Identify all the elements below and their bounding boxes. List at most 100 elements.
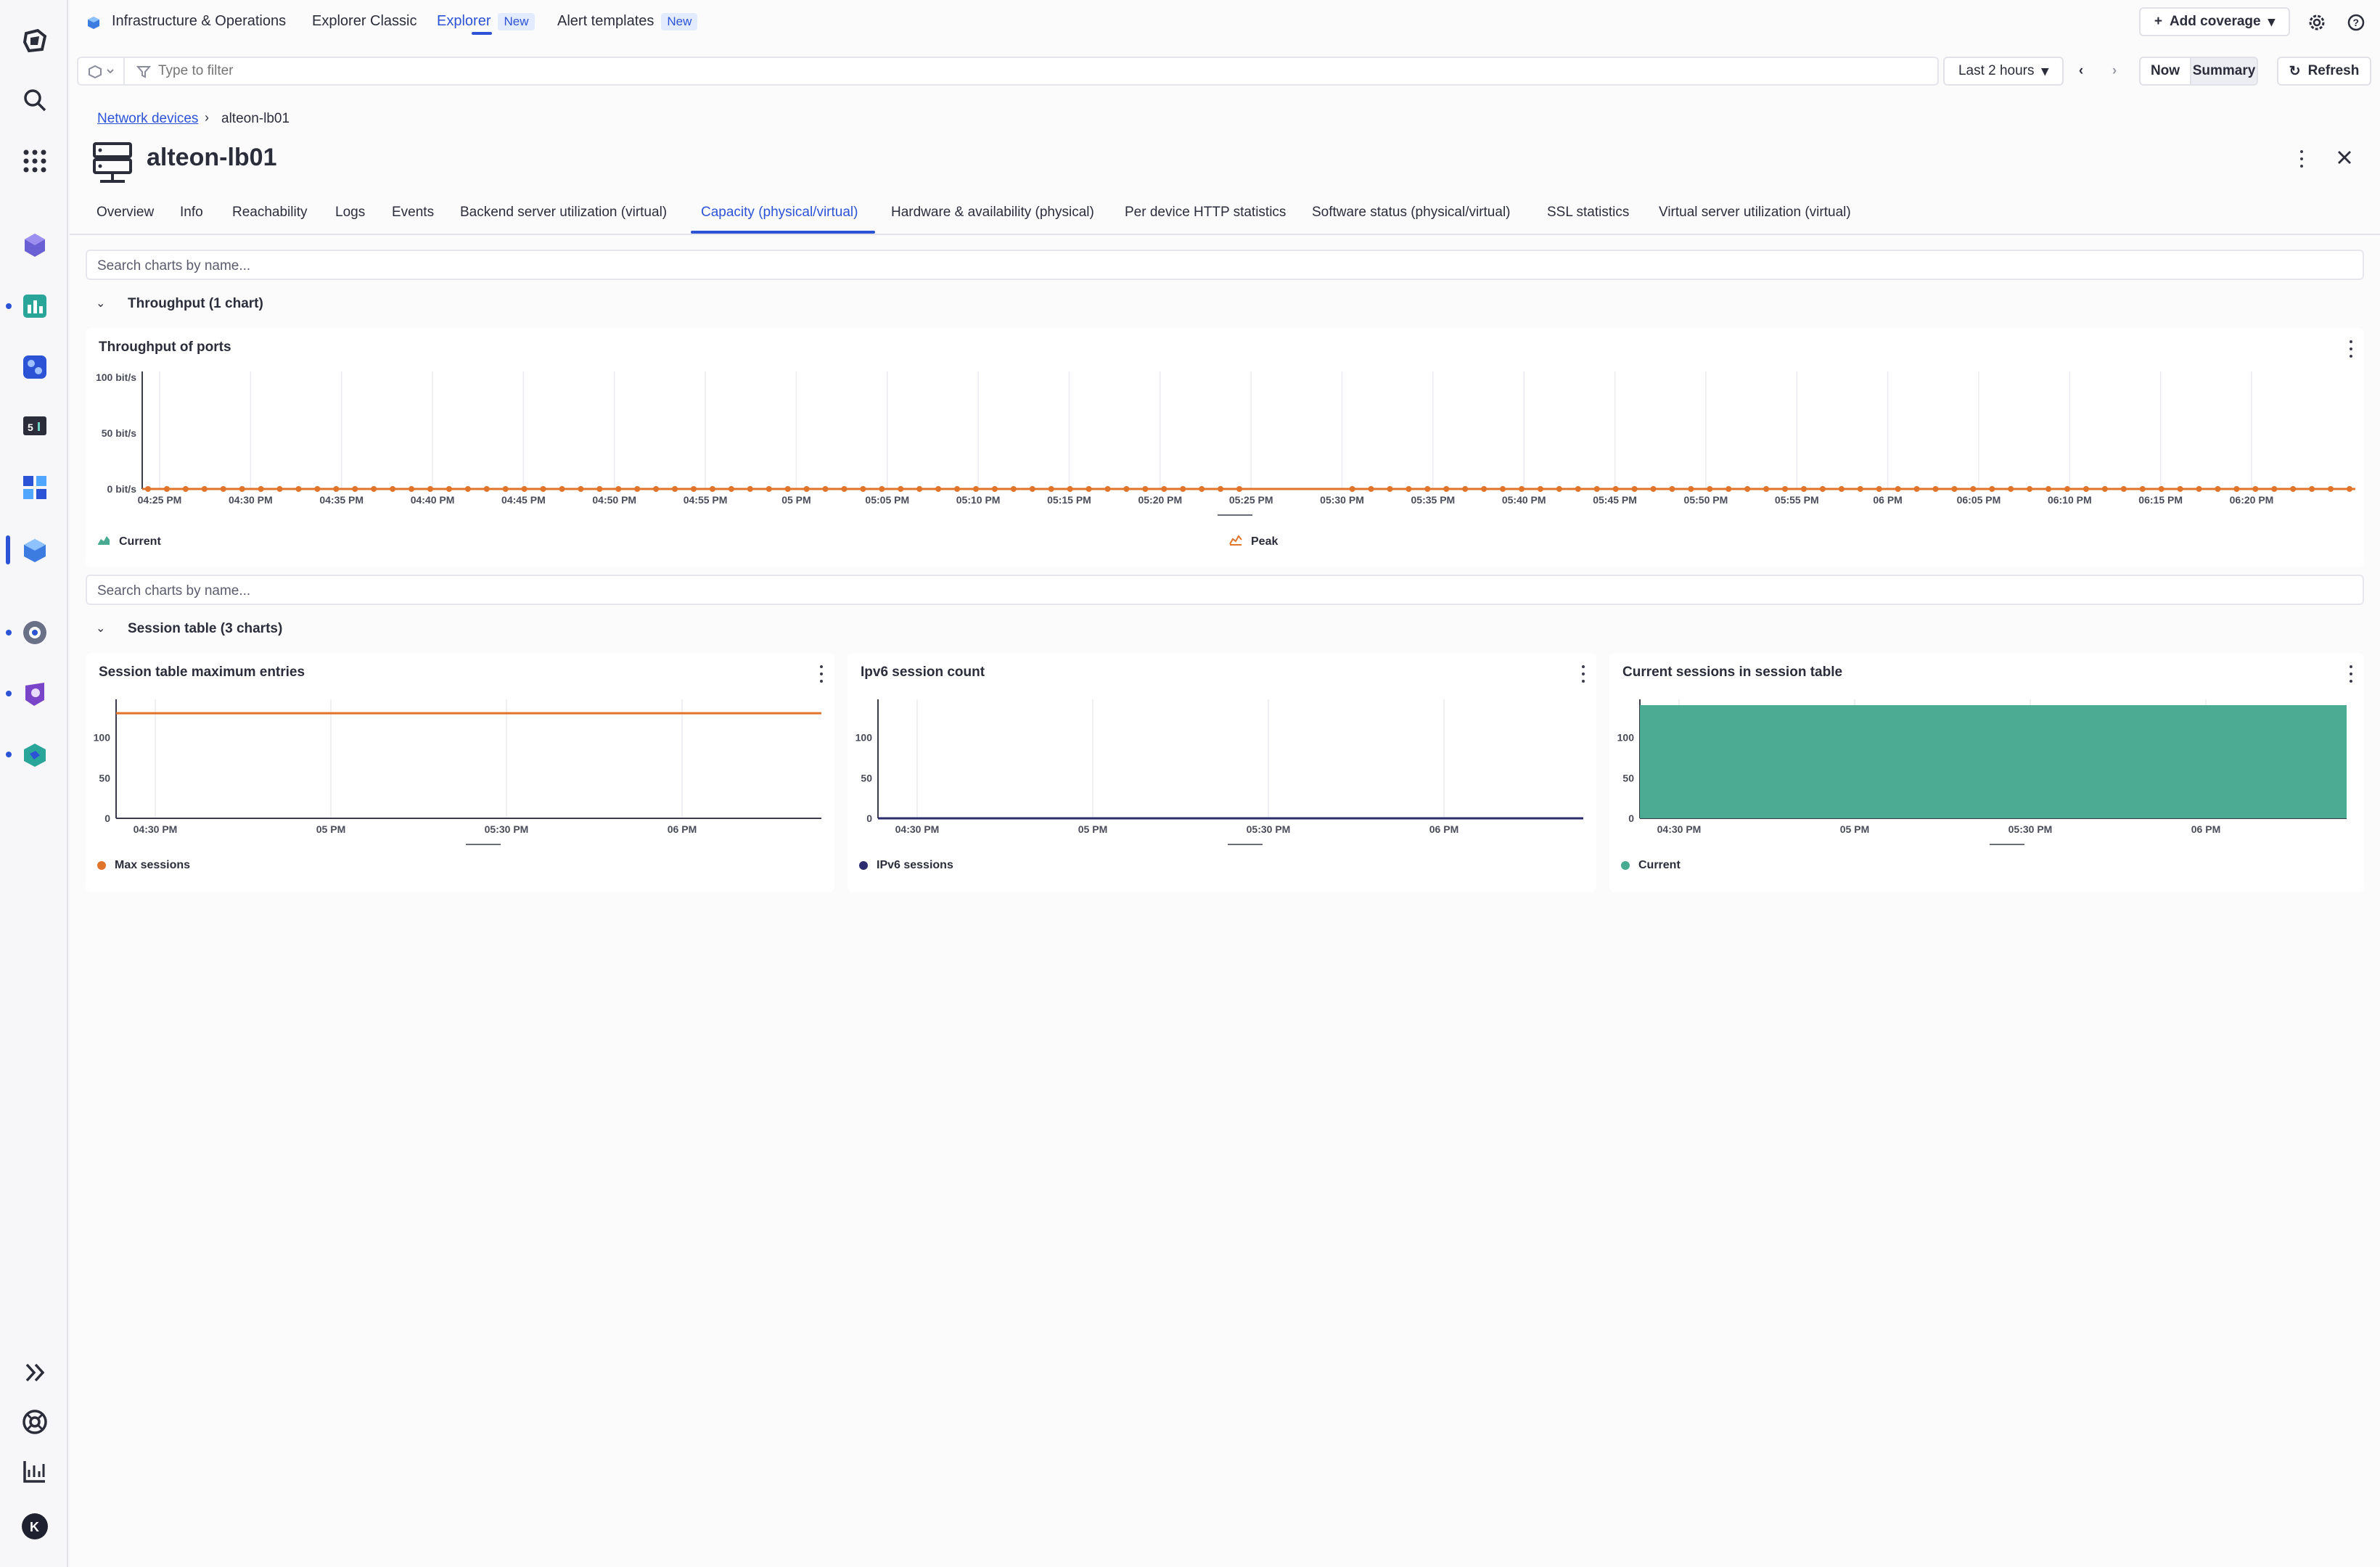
- now-label: Now: [2150, 63, 2180, 78]
- peak-point: [2158, 486, 2164, 492]
- chevron-down-icon[interactable]: ⌄: [96, 621, 105, 636]
- help-lifebuoy-icon[interactable]: [19, 1406, 51, 1438]
- tab-ssl-statistics[interactable]: SSL statistics: [1547, 205, 1629, 221]
- x-tick-label: 04:30 PM: [1657, 823, 1702, 835]
- tab-alert-templates[interactable]: Alert templates New: [557, 13, 698, 30]
- now-button[interactable]: Now: [2139, 57, 2191, 86]
- search-icon[interactable]: [19, 84, 51, 116]
- rail-active-indicator: [6, 535, 10, 564]
- x-tick-label: 04:55 PM: [684, 494, 728, 506]
- tab-hardware-availability[interactable]: Hardware & availability (physical): [891, 205, 1094, 221]
- session-group-title[interactable]: Session table (3 charts): [128, 621, 282, 637]
- peak-point: [1726, 486, 1732, 492]
- x-tick-label: 05:20 PM: [1138, 494, 1182, 506]
- legend-peak[interactable]: Peak: [1229, 534, 1278, 549]
- peak-point: [822, 486, 829, 492]
- legend-max-sessions[interactable]: Max sessions: [97, 859, 190, 872]
- x-tick-label: 05:30 PM: [1320, 494, 1364, 506]
- tab-overview[interactable]: Overview: [97, 205, 154, 221]
- chart-search-input[interactable]: Search charts by name...: [86, 250, 2364, 280]
- peak-point: [427, 486, 433, 492]
- peak-point: [2347, 486, 2352, 492]
- gear-icon[interactable]: [2307, 13, 2326, 36]
- close-icon[interactable]: [2336, 149, 2352, 169]
- settings-app-icon[interactable]: [19, 617, 51, 649]
- help-icon[interactable]: ?: [2347, 13, 2365, 36]
- peak-point: [1236, 486, 1243, 492]
- user-avatar[interactable]: K: [19, 1510, 51, 1542]
- tab-virtual-server-utilization[interactable]: Virtual server utilization (virtual): [1659, 205, 1851, 221]
- peak-point: [1819, 486, 1826, 492]
- app-cube-icon[interactable]: [19, 229, 51, 261]
- monitor-app-icon[interactable]: 5: [19, 411, 51, 443]
- peak-point: [2101, 486, 2108, 492]
- tab-events[interactable]: Events: [392, 205, 434, 221]
- segment-icon[interactable]: [87, 64, 116, 83]
- peak-point: [201, 486, 208, 492]
- services-app-icon[interactable]: [19, 351, 51, 383]
- time-next-button[interactable]: ›: [2098, 57, 2130, 86]
- tab-logs[interactable]: Logs: [335, 205, 365, 221]
- tab-explorer[interactable]: Explorer New: [437, 13, 535, 30]
- tab-per-device-http[interactable]: Per device HTTP statistics: [1125, 205, 1286, 221]
- page-title: alteon-lb01: [147, 144, 277, 171]
- peak-point: [1199, 486, 1205, 492]
- peak-point: [747, 486, 753, 492]
- peak-point: [502, 486, 509, 492]
- ipv6-session-count-chart: 100 50 0 04:30 PM 05 PM 05:30 PM 06 PM: [855, 699, 1583, 845]
- peak-point: [728, 486, 734, 492]
- throughput-group-title[interactable]: Throughput (1 chart): [128, 296, 263, 312]
- peak-point: [2196, 486, 2202, 492]
- chart-search-input[interactable]: Search charts by name...: [86, 575, 2364, 605]
- tab-explorer-classic[interactable]: Explorer Classic: [312, 13, 416, 30]
- deploy-app-icon[interactable]: [19, 739, 51, 770]
- new-badge: New: [661, 13, 698, 30]
- x-tick-label: 04:30 PM: [229, 494, 273, 506]
- legend-current[interactable]: Current: [97, 534, 161, 549]
- x-tick-label: 05:35 PM: [1411, 494, 1456, 506]
- more-options-icon[interactable]: [2294, 148, 2309, 170]
- peak-point: [1349, 486, 1355, 492]
- time-prev-button[interactable]: ‹: [2065, 57, 2097, 86]
- tab-info[interactable]: Info: [180, 205, 203, 221]
- rail-indicator: [6, 303, 12, 309]
- breadcrumb-network-devices[interactable]: Network devices: [97, 111, 198, 127]
- active-tab-indicator: [472, 32, 492, 35]
- main-area: Infrastructure & Operations Explorer Cla…: [70, 0, 2380, 1567]
- refresh-button[interactable]: ↻ Refresh: [2277, 57, 2371, 86]
- tab-reachability[interactable]: Reachability: [232, 205, 308, 221]
- legend-ipv6-sessions[interactable]: IPv6 sessions: [859, 859, 953, 872]
- x-tick-label: 05:05 PM: [865, 494, 909, 506]
- tab-software-status[interactable]: Software status (physical/virtual): [1312, 205, 1511, 221]
- legend-label: IPv6 sessions: [877, 859, 953, 871]
- chevron-down-icon[interactable]: ⌄: [96, 296, 105, 310]
- peak-point: [898, 486, 904, 492]
- infrastructure-app-icon[interactable]: [19, 534, 51, 566]
- filter-input[interactable]: [157, 61, 810, 81]
- peak-point: [333, 486, 340, 492]
- session-max-entries-chart: 100 50 0 04:30 PM 05 PM 05:30 PM 06 PM: [94, 699, 821, 845]
- apps-grid-icon[interactable]: [19, 145, 51, 177]
- timeframe-select[interactable]: Last 2 hours ▾: [1943, 57, 2064, 86]
- chevron-right-icon: ›: [205, 110, 209, 125]
- add-coverage-button[interactable]: + Add coverage ▾: [2139, 7, 2290, 36]
- x-tick-label: 05:10 PM: [956, 494, 1001, 506]
- grid-app-icon[interactable]: [19, 472, 51, 503]
- expand-icon[interactable]: [19, 1357, 51, 1389]
- x-tick-label: 06 PM: [668, 823, 697, 835]
- y-tick-label: 50: [1622, 772, 1634, 784]
- logo-icon[interactable]: [19, 25, 51, 57]
- filter-bar[interactable]: [77, 57, 1939, 86]
- tab-capacity[interactable]: Capacity (physical/virtual): [701, 205, 858, 221]
- peak-point: [521, 486, 528, 492]
- peak-point: [709, 486, 715, 492]
- shield-app-icon[interactable]: [19, 678, 51, 710]
- peak-point: [653, 486, 660, 492]
- analytics-icon[interactable]: [19, 1455, 51, 1487]
- peak-point: [615, 486, 622, 492]
- tab-backend-server-utilization[interactable]: Backend server utilization (virtual): [460, 205, 667, 221]
- summary-button[interactable]: Summary: [2190, 57, 2258, 86]
- dashboard-app-icon[interactable]: [19, 290, 51, 322]
- peak-point: [1462, 486, 1469, 492]
- legend-current[interactable]: Current: [1621, 859, 1681, 872]
